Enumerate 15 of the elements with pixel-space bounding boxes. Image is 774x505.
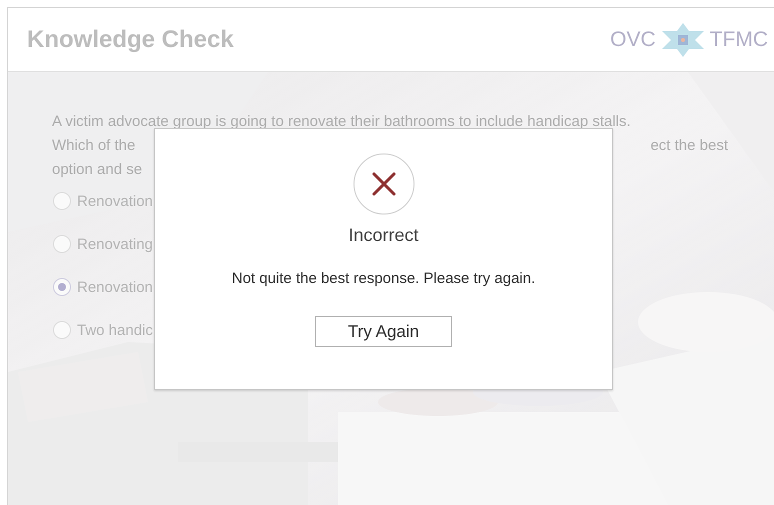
- try-again-button[interactable]: Try Again: [315, 316, 452, 347]
- question-text: ect the best: [650, 136, 728, 154]
- question-text: Which of the: [52, 136, 136, 154]
- error-icon: [352, 153, 414, 215]
- question-text: option and se: [52, 160, 142, 178]
- logo-text: TFMC: [710, 28, 768, 52]
- dialog-title: Incorrect: [348, 225, 419, 246]
- option-label: Renovation: [77, 192, 153, 210]
- logo-text: OVC: [610, 28, 656, 52]
- option-label: Renovating: [77, 236, 153, 252]
- star-emblem-icon: [660, 22, 706, 58]
- option-label: Renovation: [77, 278, 153, 296]
- dialog-message: Not quite the best response. Please try again.: [232, 270, 536, 287]
- option-label: Two handic: [77, 322, 153, 338]
- page-title: Knowledge Check: [27, 26, 234, 54]
